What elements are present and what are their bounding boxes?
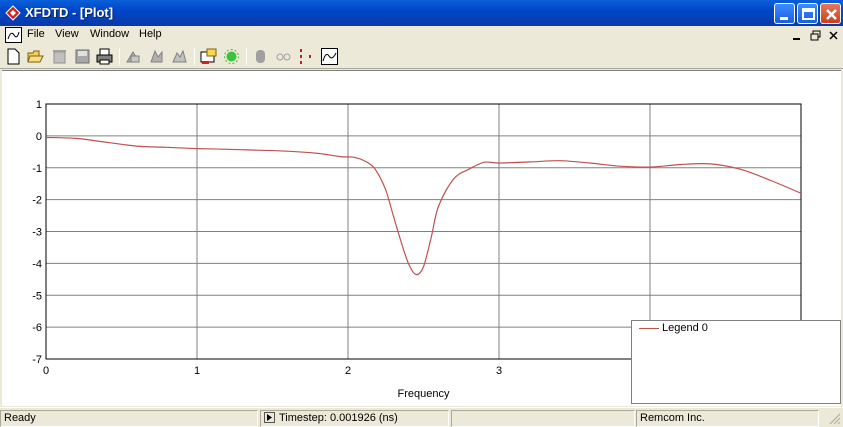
status-ready: Ready <box>0 410 258 427</box>
cut-tool-icon[interactable] <box>125 48 142 65</box>
series-line <box>45 136 802 276</box>
y-tick-label: -5 <box>32 290 42 302</box>
resize-grip-icon[interactable] <box>829 413 841 425</box>
y-tick-label: -7 <box>32 354 42 366</box>
record-icon[interactable] <box>252 48 269 65</box>
menu-view[interactable]: View <box>55 28 79 40</box>
legend-swatch <box>639 328 659 329</box>
y-tick-label: -6 <box>32 322 42 334</box>
plot-area[interactable]: 0 1 2 3 1 0 -1 -2 -3 -4 -5 -6 -7 Frequency Legend 0 <box>2 70 841 406</box>
play-icon[interactable] <box>264 412 275 423</box>
y-tick-label: 0 <box>36 131 42 143</box>
menu-help[interactable]: Help <box>139 28 162 40</box>
minimize-icon <box>780 17 788 20</box>
y-tick-label: -1 <box>32 163 42 175</box>
status-company: Remcom Inc. <box>636 410 819 427</box>
mdi-restore-icon[interactable] <box>809 29 822 42</box>
rotate-tool-icon[interactable] <box>148 48 165 65</box>
y-tick-label: -2 <box>32 195 42 207</box>
minimize-button[interactable] <box>774 3 795 24</box>
legend[interactable]: Legend 0 <box>631 320 841 404</box>
status-timestep: Timestep: 0.001926 (ns) <box>279 412 398 424</box>
x-tick-label: 3 <box>496 365 502 377</box>
print-icon[interactable] <box>96 48 113 65</box>
plot-window-icon[interactable] <box>321 48 338 65</box>
toolbar-separator <box>119 48 120 65</box>
legend-label: Legend 0 <box>662 322 708 334</box>
status-bar: Ready Timestep: 0.001926 (ns) Remcom Inc… <box>0 407 843 427</box>
y-tick-label: 1 <box>36 99 42 111</box>
close-button[interactable] <box>820 3 841 24</box>
maximize-icon <box>802 8 815 20</box>
status-middle <box>451 410 635 427</box>
y-tick-label: -4 <box>32 258 42 270</box>
y-tick-label: -3 <box>32 227 42 239</box>
series-layer <box>45 136 802 276</box>
x-tick-label: 1 <box>194 365 200 377</box>
x-axis-label: Frequency <box>398 388 450 400</box>
window-title: XFDTD - [Plot] <box>25 5 114 20</box>
status-timestep-pane: Timestep: 0.001926 (ns) <box>260 410 449 427</box>
menu-window[interactable]: Window <box>90 28 129 40</box>
x-tick-label: 0 <box>43 365 49 377</box>
x-tick-label: 2 <box>345 365 351 377</box>
menu-bar: File View Window Help <box>0 26 843 45</box>
plot-curve-icon <box>7 31 20 40</box>
application-window: XFDTD - [Plot] File View Window Help 0 1… <box>0 0 843 427</box>
title-bar[interactable]: XFDTD - [Plot] <box>0 0 843 26</box>
open-folder-icon[interactable] <box>27 48 44 65</box>
points-icon[interactable] <box>297 48 314 65</box>
plot-document-icon[interactable] <box>5 27 22 43</box>
maximize-button[interactable] <box>797 3 818 24</box>
mdi-minimize-icon[interactable] <box>790 29 803 42</box>
add-plot-icon[interactable] <box>200 48 217 65</box>
xfdtd-app-icon <box>5 5 21 21</box>
toolbar-separator <box>246 48 247 65</box>
save-icon[interactable] <box>74 48 91 65</box>
close-icon <box>826 9 837 20</box>
menu-file[interactable]: File <box>27 28 45 40</box>
merge-tool-icon[interactable] <box>171 48 188 65</box>
link-icon[interactable] <box>275 48 292 65</box>
toolbar <box>0 45 843 69</box>
delete-icon[interactable] <box>51 48 68 65</box>
sensor-icon[interactable] <box>223 48 240 65</box>
new-file-icon[interactable] <box>5 48 22 65</box>
toolbar-separator <box>194 48 195 65</box>
mdi-close-icon[interactable] <box>827 29 840 42</box>
